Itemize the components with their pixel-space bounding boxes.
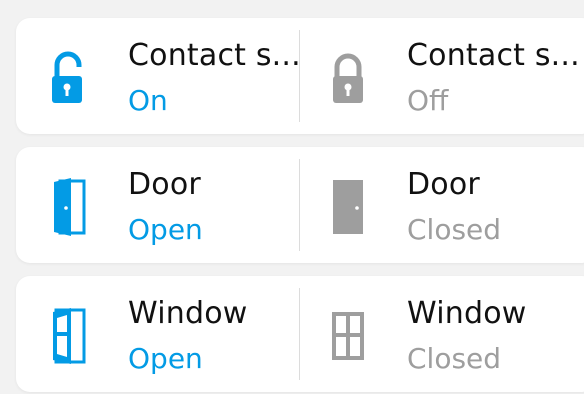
door-tile-closed[interactable]: Door Closed bbox=[300, 147, 584, 263]
device-name: Window bbox=[128, 296, 248, 331]
door-open-icon bbox=[49, 177, 89, 237]
device-name: Contact s... bbox=[128, 38, 301, 73]
device-name: Door bbox=[128, 167, 201, 202]
door-closed-icon bbox=[328, 177, 368, 237]
window-open-icon bbox=[49, 306, 89, 366]
lock-closed-icon bbox=[328, 48, 368, 108]
device-state: Closed bbox=[407, 342, 502, 375]
window-closed-icon bbox=[328, 306, 368, 366]
window-tile-open[interactable]: Window Open bbox=[16, 276, 299, 392]
contact-sensor-card: Contact s... On Contact s... Off bbox=[16, 18, 584, 134]
device-name: Contact s... bbox=[407, 38, 580, 73]
contact-sensor-tile-off[interactable]: Contact s... Off bbox=[300, 18, 584, 134]
window-card: Window Open Window Closed bbox=[16, 276, 584, 392]
lock-open-icon bbox=[49, 48, 89, 108]
door-card: Door Open Door Closed bbox=[16, 147, 584, 263]
device-state: On bbox=[128, 84, 168, 117]
device-state: Off bbox=[407, 84, 449, 117]
window-tile-closed[interactable]: Window Closed bbox=[300, 276, 584, 392]
device-state: Open bbox=[128, 342, 203, 375]
device-state: Open bbox=[128, 213, 203, 246]
door-tile-open[interactable]: Door Open bbox=[16, 147, 299, 263]
device-state: Closed bbox=[407, 213, 502, 246]
contact-sensor-tile-on[interactable]: Contact s... On bbox=[16, 18, 301, 134]
device-name: Window bbox=[407, 296, 527, 331]
device-name: Door bbox=[407, 167, 480, 202]
